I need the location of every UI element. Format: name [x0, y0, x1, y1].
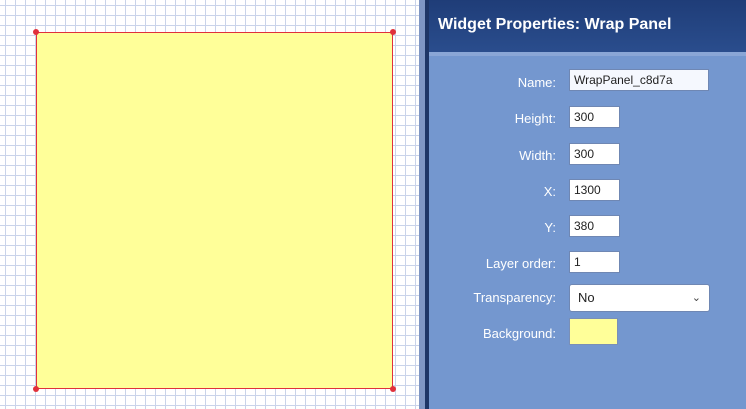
transparency-label: Transparency: [473, 290, 556, 305]
transparency-select[interactable]: No ⌄ [569, 284, 710, 312]
width-field[interactable]: 300 [569, 143, 620, 165]
layer-order-label: Layer order: [485, 256, 556, 271]
name-field[interactable]: WrapPanel_c8d7a [569, 69, 709, 91]
properties-panel: Widget Properties: Wrap Panel Name: Wrap… [429, 0, 746, 409]
resize-handle-bottom-left[interactable] [33, 386, 39, 392]
wrap-panel-widget[interactable] [33, 29, 396, 392]
header-divider [429, 52, 746, 56]
transparency-value: No [578, 290, 595, 305]
width-label: Width: [519, 148, 556, 163]
design-canvas[interactable] [0, 0, 419, 409]
y-field[interactable]: 380 [569, 215, 620, 237]
x-field[interactable]: 1300 [569, 179, 620, 201]
properties-header: Widget Properties: Wrap Panel [429, 0, 746, 52]
background-color-swatch[interactable] [569, 318, 618, 345]
height-field[interactable]: 300 [569, 106, 620, 128]
name-label: Name: [517, 75, 556, 90]
height-label: Height: [514, 111, 556, 126]
resize-handle-top-right[interactable] [390, 29, 396, 35]
y-label: Y: [544, 220, 556, 235]
resize-handle-bottom-right[interactable] [390, 386, 396, 392]
layer-order-field[interactable]: 1 [569, 251, 620, 273]
resize-handle-top-left[interactable] [33, 29, 39, 35]
x-label: X: [543, 184, 556, 199]
background-label: Background: [483, 326, 556, 341]
properties-title: Widget Properties: Wrap Panel [438, 16, 672, 33]
chevron-down-icon: ⌄ [691, 292, 701, 304]
